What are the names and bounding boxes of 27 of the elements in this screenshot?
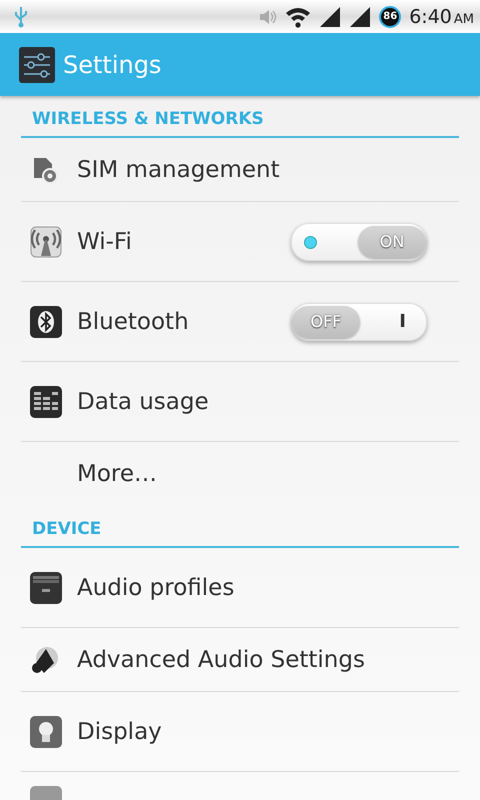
speaker-icon: [259, 8, 278, 24]
setting-label[interactable]: Data usage: [77, 388, 209, 414]
setting-label[interactable]: Display: [77, 718, 162, 744]
indicator-light: [304, 236, 317, 248]
light-bulb-icon: [30, 716, 62, 748]
setting-label[interactable]: More…: [77, 461, 158, 487]
setting-label[interactable]: Bluetooth: [77, 308, 189, 334]
wireless-icon: [30, 226, 62, 258]
usb-icon: [14, 6, 28, 28]
setting-label[interactable]: Audio profiles: [77, 574, 234, 600]
speaker-icon: [30, 644, 60, 674]
section-header: WIRELESS & NETWORKS: [21, 96, 459, 138]
switch-mark: I: [399, 311, 406, 332]
wifi-signal-icon: [285, 6, 312, 28]
section-header: DEVICE: [21, 506, 459, 548]
screen-title: Settings: [63, 50, 162, 78]
cell-signal-icon: [349, 6, 372, 26]
setting-label[interactable]: Wi-Fi: [77, 228, 132, 254]
cell-signal-icon: [319, 6, 342, 26]
setting-label[interactable]: SIM management: [77, 156, 280, 182]
battery-level: 86: [379, 6, 402, 28]
toggle-switch[interactable]: OFF I: [291, 302, 427, 340]
settings-sliders-icon[interactable]: [19, 46, 55, 82]
setting-label[interactable]: Advanced Audio Settings: [77, 646, 365, 672]
bluetooth-icon: [30, 306, 62, 338]
equalizer-icon: [30, 386, 62, 418]
clock: 6:40 AM: [409, 6, 474, 28]
